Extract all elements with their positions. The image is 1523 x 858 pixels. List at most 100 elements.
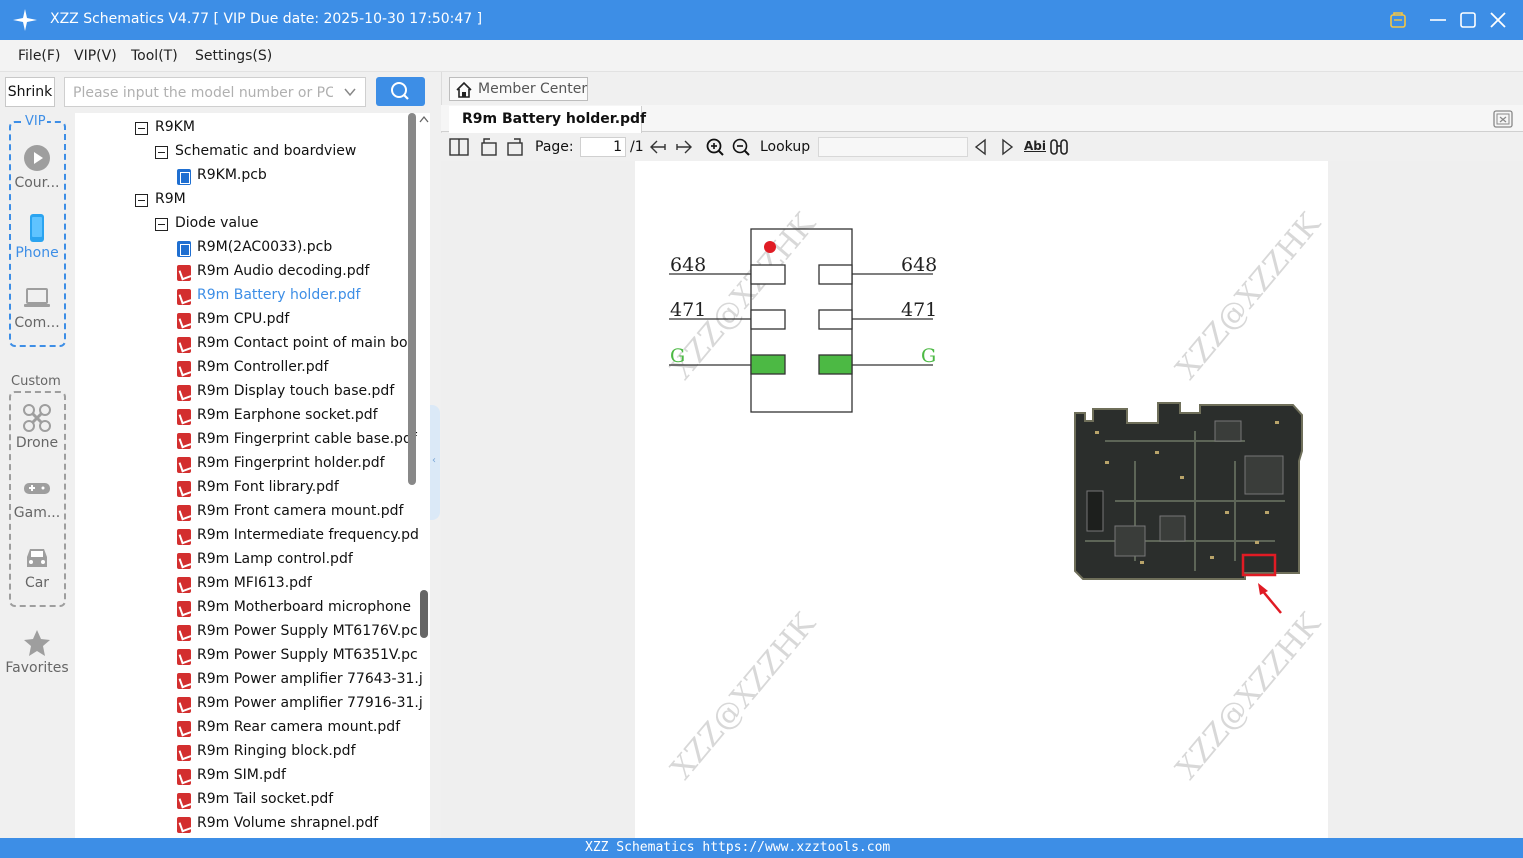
pad-648-left[interactable] bbox=[750, 264, 786, 285]
tree-label: R9m Power amplifier 77916-31.j bbox=[197, 695, 423, 711]
pdf-file-icon bbox=[177, 289, 191, 305]
watermark-text: XZZ@XZZHK bbox=[664, 206, 823, 386]
rail-item-phone[interactable]: Phone bbox=[0, 213, 74, 261]
match-case-icon[interactable]: Abi bbox=[1024, 139, 1046, 153]
gamepad-icon bbox=[24, 483, 50, 494]
star-icon bbox=[24, 630, 50, 656]
right-label-648: 648 bbox=[901, 254, 937, 276]
category-rail: VIP Cour... Phone Com... Custom Drone Ga… bbox=[0, 113, 74, 838]
custom-group-label: Custom bbox=[10, 374, 62, 389]
tree-vertical-scrollbar[interactable] bbox=[408, 113, 416, 485]
rail-item-car[interactable]: Car bbox=[0, 543, 74, 591]
tree-label: R9m Battery holder.pdf bbox=[197, 287, 361, 303]
search-button[interactable] bbox=[376, 77, 425, 106]
minimize-icon[interactable] bbox=[1427, 9, 1449, 31]
search-combobox[interactable] bbox=[64, 77, 366, 107]
menu-settings[interactable]: Settings(S) bbox=[195, 48, 272, 64]
tree-label: R9m MFI613.pdf bbox=[197, 575, 312, 591]
watermark-text: XZZ@XZZHK bbox=[664, 606, 823, 786]
tree-label: R9m Controller.pdf bbox=[197, 359, 329, 375]
right-label-ground: G bbox=[921, 345, 936, 367]
tree-label: R9KM bbox=[155, 119, 195, 135]
zoom-in-icon[interactable] bbox=[705, 137, 725, 157]
vip-crown-icon[interactable] bbox=[1387, 9, 1409, 31]
binoculars-icon[interactable] bbox=[1049, 137, 1069, 157]
rail-item-game[interactable]: Gam... bbox=[0, 473, 74, 521]
maximize-icon[interactable] bbox=[1457, 9, 1479, 31]
tree-label: Diode value bbox=[175, 215, 259, 231]
left-label-ground: G bbox=[670, 345, 685, 367]
two-page-view-icon[interactable] bbox=[449, 137, 469, 157]
tree-label: R9m Ringing block.pdf bbox=[197, 743, 356, 759]
collapse-toggle-icon[interactable] bbox=[135, 194, 148, 207]
status-text: XZZ Schematics https://www.xzztools.com bbox=[585, 840, 891, 855]
rail-item-computer[interactable]: Com... bbox=[0, 283, 74, 331]
pad-648-right[interactable] bbox=[818, 264, 853, 285]
rail-item-favorites[interactable]: Favorites bbox=[0, 628, 74, 676]
tree-secondary-scrollbar[interactable] bbox=[420, 590, 428, 638]
play-icon bbox=[24, 145, 50, 171]
tree-label: R9m Contact point of main boa bbox=[197, 335, 417, 351]
tree-label: R9m Power amplifier 77643-31.j bbox=[197, 671, 423, 687]
next-page-icon[interactable] bbox=[674, 137, 694, 157]
search-input[interactable] bbox=[73, 83, 333, 102]
collapse-toggle-icon[interactable] bbox=[155, 146, 168, 159]
previous-page-icon[interactable] bbox=[648, 137, 668, 157]
watermark-text: XZZ@XZZHK bbox=[1169, 606, 1328, 786]
scroll-up-icon[interactable] bbox=[418, 113, 430, 127]
pad-471-right[interactable] bbox=[818, 309, 853, 330]
pdf-file-icon bbox=[177, 361, 191, 377]
pin1-marker-dot bbox=[764, 241, 776, 253]
tree-label: R9m Display touch base.pdf bbox=[197, 383, 395, 399]
file-tree: R9KM Schematic and boardview R9KM.pcb R9M Di… bbox=[75, 113, 430, 838]
vip-group-label: VIP bbox=[24, 114, 47, 129]
tree-label: R9m Lamp control.pdf bbox=[197, 551, 353, 567]
tree-label: R9m Rear camera mount.pdf bbox=[197, 719, 401, 735]
find-next-icon[interactable] bbox=[997, 137, 1017, 157]
phone-icon bbox=[30, 214, 44, 242]
pcb-file-icon bbox=[177, 241, 191, 257]
member-center-button[interactable]: Member Center bbox=[449, 77, 588, 101]
close-icon[interactable] bbox=[1487, 9, 1509, 31]
pdf-file-icon bbox=[177, 817, 191, 833]
pdf-file-icon bbox=[177, 649, 191, 665]
rail-item-drone[interactable]: Drone bbox=[0, 403, 74, 451]
menu-vip[interactable]: VIP(V) bbox=[74, 48, 117, 64]
tree-label: R9m Power Supply MT6351V.pc bbox=[197, 647, 418, 663]
drone-icon bbox=[23, 404, 51, 432]
page-label: Page: bbox=[535, 139, 574, 155]
tree-label: R9m Front camera mount.pdf bbox=[197, 503, 404, 519]
tree-label: R9M(2AC0033).pcb bbox=[197, 239, 333, 255]
left-label-471: 471 bbox=[670, 299, 706, 321]
pdf-file-icon bbox=[177, 697, 191, 713]
close-tabs-icon[interactable] bbox=[1493, 110, 1513, 128]
tree-label: R9m Tail socket.pdf bbox=[197, 791, 334, 807]
lookup-input[interactable] bbox=[818, 137, 968, 157]
home-icon bbox=[456, 81, 472, 98]
menu-file[interactable]: File(F) bbox=[18, 48, 60, 64]
tree-label: R9m SIM.pdf bbox=[197, 767, 286, 783]
collapse-toggle-icon[interactable] bbox=[155, 218, 168, 231]
title-bar: XZZ Schematics V4.77 [ VIP Due date: 202… bbox=[0, 0, 1523, 40]
rail-item-courses[interactable]: Cour... bbox=[0, 143, 74, 191]
collapse-toggle-icon[interactable] bbox=[135, 122, 148, 135]
collapse-arrow-icon[interactable]: ‹ bbox=[432, 455, 436, 466]
page-number-input[interactable]: 1 bbox=[580, 137, 626, 157]
find-previous-icon[interactable] bbox=[971, 137, 991, 157]
menu-tool[interactable]: Tool(T) bbox=[131, 48, 178, 64]
watermark-text: XZZ@XZZHK bbox=[1169, 206, 1328, 386]
chevron-down-icon[interactable] bbox=[343, 85, 357, 99]
laptop-icon bbox=[24, 288, 50, 307]
pad-ground-left[interactable] bbox=[750, 354, 786, 375]
rotate-left-icon[interactable] bbox=[479, 137, 499, 157]
pdf-file-icon bbox=[177, 265, 191, 281]
pdf-page[interactable]: XZZ@XZZHK XZZ@XZZHK XZZ@XZZHK XZZ@XZZHK bbox=[635, 161, 1328, 838]
pcb-file-icon bbox=[177, 169, 191, 185]
zoom-out-icon[interactable] bbox=[731, 137, 751, 157]
pad-ground-right[interactable] bbox=[818, 354, 853, 375]
pdf-file-icon bbox=[177, 481, 191, 497]
pad-471-left[interactable] bbox=[750, 309, 786, 330]
rotate-right-icon[interactable] bbox=[505, 137, 525, 157]
shrink-button[interactable]: Shrink bbox=[5, 77, 55, 107]
tab-battery-holder[interactable]: R9m Battery holder.pdf bbox=[449, 106, 646, 133]
